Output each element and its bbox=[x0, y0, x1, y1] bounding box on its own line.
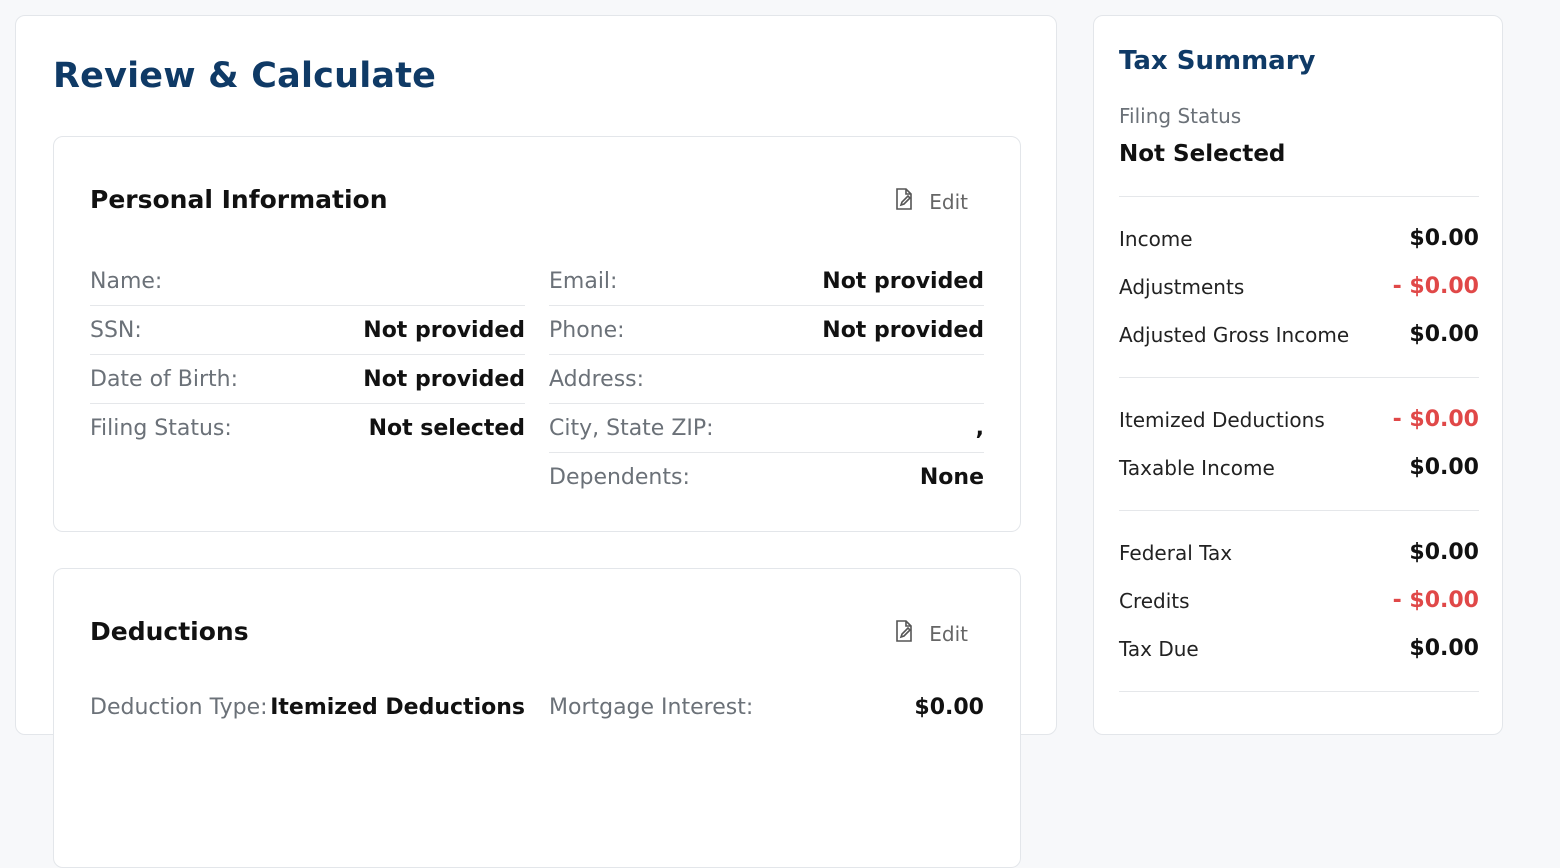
summary-value: - $0.00 bbox=[1392, 274, 1479, 299]
section-title-deductions: Deductions bbox=[90, 617, 249, 646]
summary-value: - $0.00 bbox=[1392, 588, 1479, 613]
edit-label: Edit bbox=[929, 189, 968, 214]
personal-right-column: Email: Not provided Phone: Not provided … bbox=[549, 257, 984, 502]
summary-value: - $0.00 bbox=[1392, 407, 1479, 432]
summary-row-taxable-income: Taxable Income $0.00 bbox=[1119, 455, 1479, 480]
info-value: Not provided bbox=[363, 366, 525, 392]
review-panel: Review & Calculate Personal Information … bbox=[15, 15, 1057, 868]
personal-information-card: Personal Information Edit Name: SSN: Not… bbox=[53, 136, 1021, 532]
info-row-city-state-zip: City, State ZIP: , bbox=[549, 404, 984, 453]
info-label: Deduction Type: bbox=[90, 695, 268, 720]
info-label: Name: bbox=[90, 268, 163, 294]
info-row-address: Address: bbox=[549, 355, 984, 404]
summary-row-income: Income $0.00 bbox=[1119, 226, 1479, 251]
summary-value: $0.00 bbox=[1409, 226, 1479, 251]
info-label: Email: bbox=[549, 268, 618, 294]
summary-label: Income bbox=[1119, 226, 1193, 251]
info-label: Filing Status: bbox=[90, 416, 232, 441]
summary-label: Itemized Deductions bbox=[1119, 407, 1325, 432]
filing-status-value: Not Selected bbox=[1119, 141, 1286, 167]
summary-label: Tax Due bbox=[1119, 636, 1199, 661]
info-value: Not selected bbox=[368, 416, 525, 441]
summary-value: $0.00 bbox=[1409, 540, 1479, 565]
summary-value: $0.00 bbox=[1409, 322, 1479, 347]
section-title-personal: Personal Information bbox=[90, 185, 388, 214]
info-label: City, State ZIP: bbox=[549, 415, 714, 441]
info-row-name: Name: bbox=[90, 257, 525, 306]
info-label: Date of Birth: bbox=[90, 366, 239, 392]
divider bbox=[1119, 196, 1479, 197]
summary-row-adjustments: Adjustments - $0.00 bbox=[1119, 274, 1479, 299]
info-value: Not provided bbox=[363, 317, 525, 343]
summary-label: Taxable Income bbox=[1119, 455, 1275, 480]
summary-label: Adjusted Gross Income bbox=[1119, 322, 1350, 347]
summary-row-agi: Adjusted Gross Income $0.00 bbox=[1119, 322, 1479, 347]
info-label: Address: bbox=[549, 366, 645, 392]
divider bbox=[1119, 377, 1479, 378]
summary-row-federal-tax: Federal Tax $0.00 bbox=[1119, 540, 1479, 565]
info-label: Mortgage Interest: bbox=[549, 695, 754, 720]
filing-status-label: Filing Status bbox=[1119, 104, 1242, 128]
personal-left-column: Name: SSN: Not provided Date of Birth: N… bbox=[90, 257, 525, 453]
tax-summary-panel: Tax Summary Filing Status Not Selected I… bbox=[1093, 15, 1503, 735]
info-value: Itemized Deductions bbox=[270, 695, 525, 720]
info-row-email: Email: Not provided bbox=[549, 257, 984, 306]
info-row-filing-status: Filing Status: Not selected bbox=[90, 404, 525, 453]
edit-personal-button[interactable]: Edit bbox=[893, 187, 968, 216]
info-row-phone: Phone: Not provided bbox=[549, 306, 984, 355]
summary-value: $0.00 bbox=[1409, 636, 1479, 661]
page-title: Review & Calculate bbox=[53, 56, 437, 96]
info-label: Phone: bbox=[549, 317, 625, 343]
info-row-mortgage-interest: Mortgage Interest: $0.00 bbox=[549, 683, 984, 732]
info-row-ssn: SSN: Not provided bbox=[90, 306, 525, 355]
info-label: Dependents: bbox=[549, 465, 690, 490]
info-value: , bbox=[975, 415, 984, 441]
info-value: None bbox=[919, 465, 984, 490]
divider bbox=[1119, 510, 1479, 511]
summary-label: Federal Tax bbox=[1119, 540, 1233, 565]
deductions-card: Deductions Edit Deduction Type: Itemized… bbox=[53, 568, 1021, 868]
edit-deductions-button[interactable]: Edit bbox=[893, 619, 968, 648]
info-label: SSN: bbox=[90, 317, 142, 343]
summary-row-tax-due: Tax Due $0.00 bbox=[1119, 636, 1479, 661]
summary-label: Adjustments bbox=[1119, 274, 1245, 299]
info-value: Not provided bbox=[822, 317, 984, 343]
info-row-deduction-type: Deduction Type: Itemized Deductions bbox=[90, 683, 525, 732]
deductions-right-column: Mortgage Interest: $0.00 bbox=[549, 683, 984, 732]
summary-row-credits: Credits - $0.00 bbox=[1119, 588, 1479, 613]
edit-icon bbox=[893, 187, 915, 216]
summary-row-itemized-deductions: Itemized Deductions - $0.00 bbox=[1119, 407, 1479, 432]
summary-label: Credits bbox=[1119, 588, 1190, 613]
info-row-dob: Date of Birth: Not provided bbox=[90, 355, 525, 404]
summary-value: $0.00 bbox=[1409, 455, 1479, 480]
deductions-left-column: Deduction Type: Itemized Deductions bbox=[90, 683, 525, 732]
divider bbox=[1119, 691, 1479, 692]
edit-label: Edit bbox=[929, 621, 968, 646]
info-value: Not provided bbox=[822, 268, 984, 294]
tax-summary-title: Tax Summary bbox=[1119, 46, 1316, 76]
info-row-dependents: Dependents: None bbox=[549, 453, 984, 502]
info-value: $0.00 bbox=[914, 695, 984, 720]
edit-icon bbox=[893, 619, 915, 648]
